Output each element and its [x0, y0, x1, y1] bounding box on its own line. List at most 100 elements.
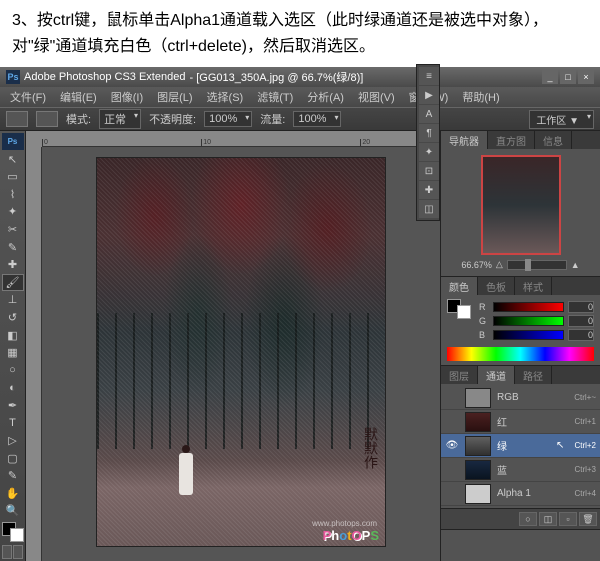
- channels-footer: ○ ◫ ▫ 🗑: [441, 508, 600, 529]
- dock-char-icon[interactable]: A: [419, 105, 439, 123]
- marquee-tool[interactable]: ▭: [2, 168, 24, 185]
- maximize-button[interactable]: □: [560, 70, 576, 84]
- hand-tool[interactable]: ✋: [2, 485, 24, 502]
- ps-icon: Ps: [6, 70, 20, 84]
- brush-preset[interactable]: [36, 111, 58, 127]
- g-input[interactable]: [568, 315, 594, 327]
- flow-select[interactable]: 100%: [293, 111, 341, 127]
- quick-mask[interactable]: [2, 545, 23, 559]
- path-tool[interactable]: ▷: [2, 432, 24, 449]
- mode-select[interactable]: 正常: [99, 109, 141, 129]
- menu-view[interactable]: 视图(V): [352, 87, 401, 107]
- tool-preset-icon[interactable]: [6, 111, 28, 127]
- image-watermark: PhotOPS: [323, 528, 379, 543]
- dock-clone-icon[interactable]: ⊡: [419, 162, 439, 180]
- tab-styles[interactable]: 样式: [515, 277, 552, 295]
- opacity-select[interactable]: 100%: [204, 111, 252, 127]
- eyedropper-tool[interactable]: ✎: [2, 239, 24, 256]
- workspace-select[interactable]: 工作区 ▼: [529, 110, 594, 129]
- gradient-tool[interactable]: ▦: [2, 344, 24, 361]
- close-button[interactable]: ×: [578, 70, 594, 84]
- channel-thumb: [465, 484, 491, 504]
- zoom-in-icon[interactable]: ▲: [571, 260, 580, 270]
- heal-tool[interactable]: ✚: [2, 256, 24, 273]
- dock-tool-icon[interactable]: ✚: [419, 181, 439, 199]
- move-tool[interactable]: ↖: [2, 151, 24, 168]
- tab-color[interactable]: 颜色: [441, 277, 478, 295]
- tab-info[interactable]: 信息: [535, 131, 572, 149]
- tab-layers[interactable]: 图层: [441, 366, 478, 384]
- eraser-tool[interactable]: ◧: [2, 327, 24, 344]
- blur-tool[interactable]: ○: [2, 362, 24, 379]
- zoom-out-icon[interactable]: △: [496, 259, 503, 270]
- app-title: Adobe Photoshop CS3 Extended: [24, 71, 185, 83]
- channel-alpha1[interactable]: Alpha 1 Ctrl+4: [441, 482, 600, 506]
- menu-filter[interactable]: 滤镜(T): [251, 87, 299, 107]
- r-slider[interactable]: [493, 302, 564, 312]
- b-slider[interactable]: [493, 330, 564, 340]
- visibility-icon[interactable]: [445, 415, 459, 429]
- history-brush-tool[interactable]: ↺: [2, 309, 24, 326]
- channel-name: 红: [497, 414, 568, 429]
- dock-brush-icon[interactable]: ✦: [419, 143, 439, 161]
- lasso-tool[interactable]: ⌇: [2, 186, 24, 203]
- channel-blue[interactable]: 蓝 Ctrl+3: [441, 458, 600, 482]
- visibility-icon[interactable]: [445, 487, 459, 501]
- visibility-icon[interactable]: 👁: [445, 439, 459, 453]
- menu-file[interactable]: 文件(F): [4, 87, 52, 107]
- new-channel-icon[interactable]: ▫: [559, 512, 577, 526]
- menu-image[interactable]: 图像(I): [105, 87, 149, 107]
- navigator-panel: 导航器 直方图 信息 66.67% △ ▲: [441, 131, 600, 277]
- dodge-tool[interactable]: ◐: [2, 380, 24, 397]
- notes-tool[interactable]: ✎: [2, 467, 24, 484]
- menu-help[interactable]: 帮助(H): [456, 87, 505, 107]
- channel-shortcut: Ctrl+~: [574, 393, 596, 402]
- type-tool[interactable]: T: [2, 415, 24, 432]
- crop-tool[interactable]: ✂: [2, 221, 24, 238]
- opacity-label: 不透明度:: [149, 111, 196, 127]
- dock-history-icon[interactable]: ≡: [419, 67, 439, 85]
- channel-red[interactable]: 红 Ctrl+1: [441, 410, 600, 434]
- menu-analysis[interactable]: 分析(A): [301, 87, 350, 107]
- document-viewport[interactable]: 默默作 www.photops.com PhotOPS: [42, 147, 440, 561]
- menu-select[interactable]: 选择(S): [201, 87, 250, 107]
- color-swatch[interactable]: [2, 522, 24, 542]
- stamp-tool[interactable]: ⊥: [2, 292, 24, 309]
- delete-channel-icon[interactable]: 🗑: [579, 512, 597, 526]
- minimize-button[interactable]: _: [542, 70, 558, 84]
- tab-navigator[interactable]: 导航器: [441, 131, 488, 149]
- zoom-value: 66.67%: [461, 260, 492, 270]
- dock-actions-icon[interactable]: ▶: [419, 86, 439, 104]
- channels-panel: 图层 通道 路径 RGB Ctrl+~ 红 Ctrl+1 👁 绿 ↖ Ctrl+…: [441, 366, 600, 530]
- dock-para-icon[interactable]: ¶: [419, 124, 439, 142]
- g-slider[interactable]: [493, 316, 564, 326]
- brush-tool[interactable]: 🖌: [2, 274, 24, 291]
- navigator-thumbnail[interactable]: [481, 155, 561, 255]
- instruction-text: 3、按ctrl键，鼠标单击Alpha1通道载入选区（此时绿通道还是被选中对象），…: [0, 0, 600, 67]
- shape-tool[interactable]: ▢: [2, 450, 24, 467]
- tab-swatches[interactable]: 色板: [478, 277, 515, 295]
- document-image: 默默作 www.photops.com PhotOPS: [96, 157, 386, 547]
- dock-layer-icon[interactable]: ◫: [419, 200, 439, 218]
- channel-green[interactable]: 👁 绿 ↖ Ctrl+2: [441, 434, 600, 458]
- menu-edit[interactable]: 编辑(E): [54, 87, 103, 107]
- color-spectrum[interactable]: [447, 347, 594, 361]
- visibility-icon[interactable]: [445, 391, 459, 405]
- save-selection-icon[interactable]: ◫: [539, 512, 557, 526]
- image-watermark-url: www.photops.com: [312, 519, 377, 528]
- load-selection-icon[interactable]: ○: [519, 512, 537, 526]
- channel-thumb: [465, 436, 491, 456]
- visibility-icon[interactable]: [445, 463, 459, 477]
- zoom-slider[interactable]: [507, 260, 567, 270]
- channel-rgb[interactable]: RGB Ctrl+~: [441, 386, 600, 410]
- wand-tool[interactable]: ✦: [2, 204, 24, 221]
- b-input[interactable]: [568, 329, 594, 341]
- tab-paths[interactable]: 路径: [515, 366, 552, 384]
- r-input[interactable]: [568, 301, 594, 313]
- tab-channels[interactable]: 通道: [478, 366, 515, 384]
- tab-histogram[interactable]: 直方图: [488, 131, 535, 149]
- color-foreback[interactable]: [447, 299, 471, 319]
- pen-tool[interactable]: ✒: [2, 397, 24, 414]
- menu-layer[interactable]: 图层(L): [151, 87, 198, 107]
- zoom-tool[interactable]: 🔍: [2, 503, 24, 520]
